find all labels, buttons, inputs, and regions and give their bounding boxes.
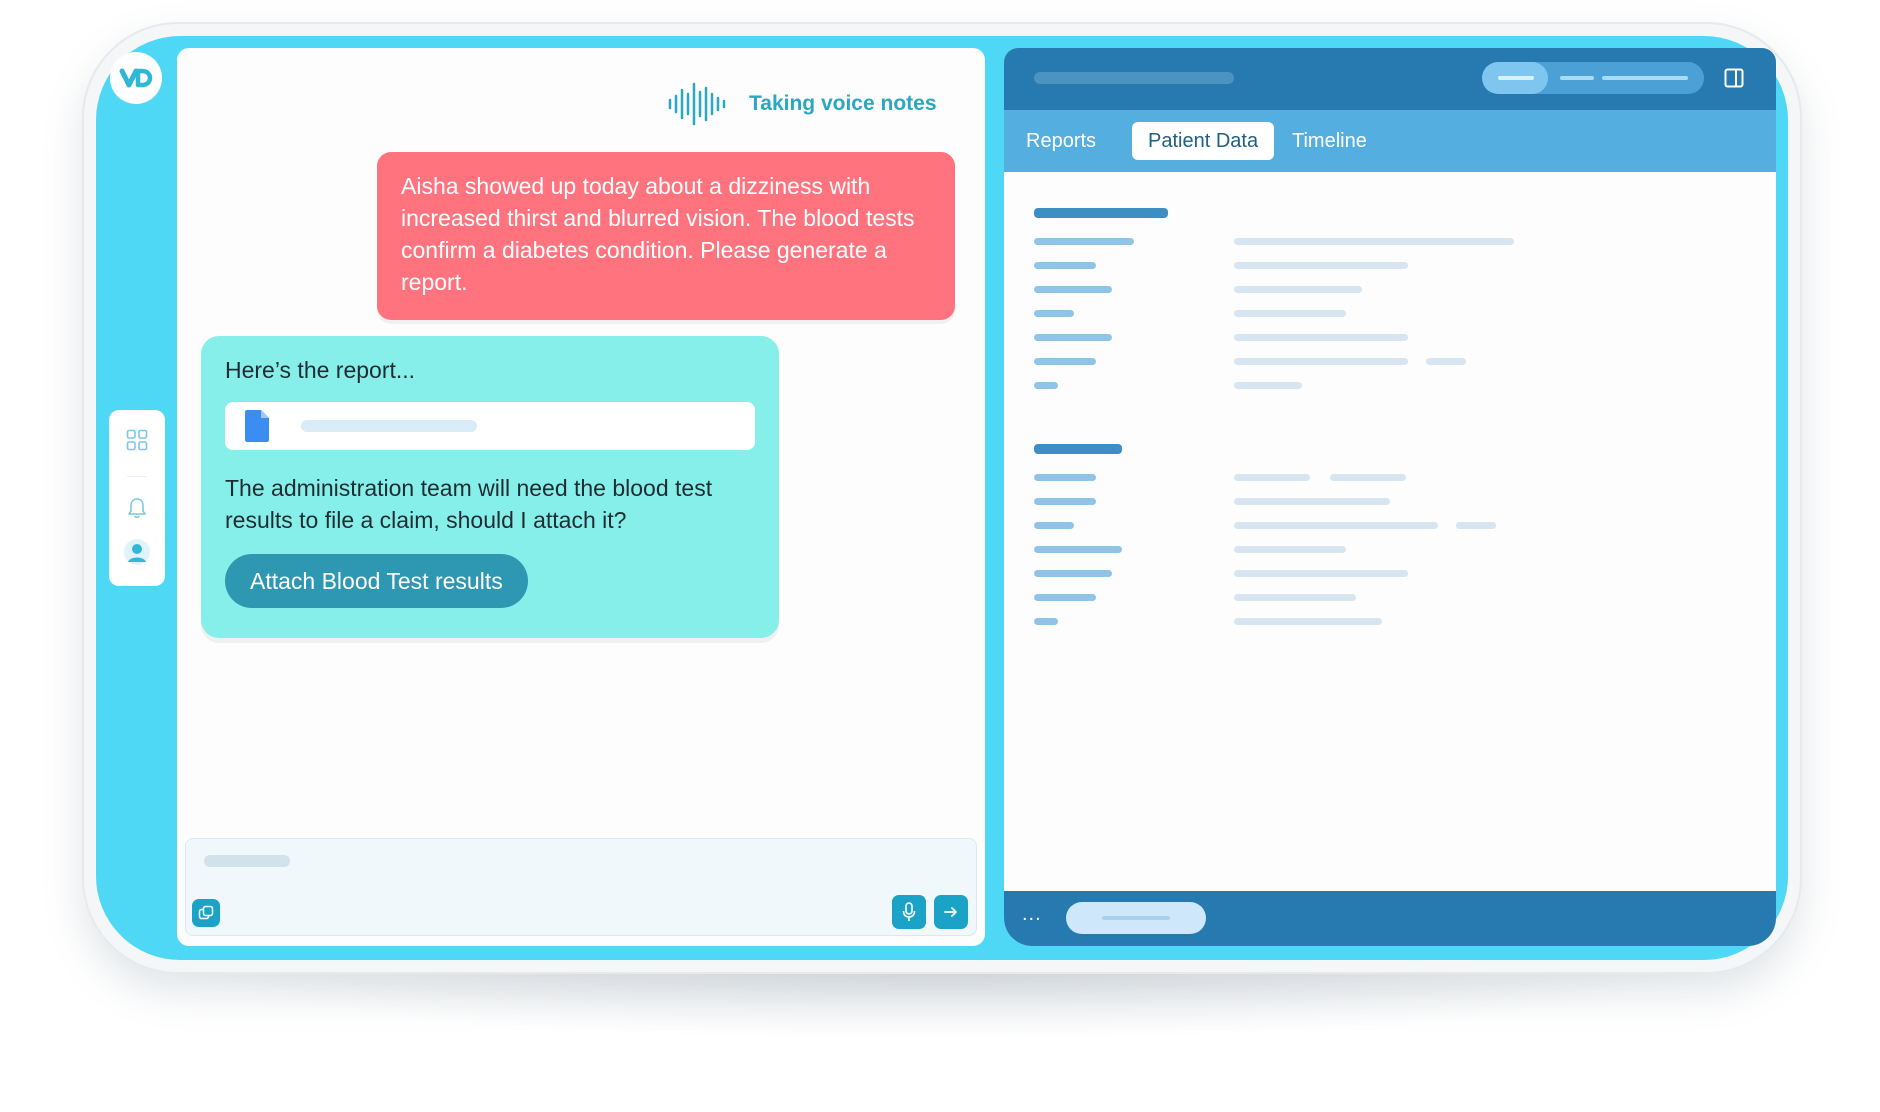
field-value-placeholder [1234,286,1362,293]
message-composer[interactable] [185,838,977,936]
panel-tabs: Reports Patient Data Timeline [1004,110,1776,172]
tab-patient-data[interactable]: Patient Data [1132,122,1275,160]
panel-header [1004,48,1776,110]
report-file-name-placeholder [301,420,477,432]
field-label-placeholder [1034,498,1096,505]
field-label-placeholder [1034,594,1096,601]
patient-data-panel: Reports Patient Data Timeline ... [1004,48,1776,946]
rail-divider [127,476,147,477]
sidebar-rail [109,410,165,586]
report-attachment-card[interactable] [225,402,755,450]
field-label-placeholder [1034,334,1112,341]
tab-timeline[interactable]: Timeline [1276,122,1383,160]
voice-waveform-icon [668,82,726,126]
stack-icon[interactable] [192,899,220,927]
field-value-placeholder [1234,262,1408,269]
section-heading-placeholder [1034,444,1122,454]
user-message-bubble: Aisha showed up today about a dizziness … [377,152,955,320]
field-value-placeholder [1234,238,1514,245]
more-options-button[interactable]: ... [1022,903,1042,926]
field-value-placeholder [1234,618,1382,625]
field-label-placeholder [1034,546,1122,553]
section-heading-placeholder [1034,208,1168,218]
field-value-placeholder [1234,310,1346,317]
composer-placeholder [204,855,290,867]
field-value-placeholder [1234,474,1310,481]
field-label-placeholder [1034,286,1112,293]
arrow-right-icon[interactable] [934,895,968,929]
field-label-placeholder [1034,358,1096,365]
field-value-placeholder [1234,358,1408,365]
footer-pill-button[interactable] [1066,902,1206,934]
field-value-placeholder [1330,474,1406,481]
panel-footer: ... [1004,891,1776,946]
field-label-placeholder [1034,618,1058,625]
view-switcher-option[interactable] [1560,76,1594,80]
assistant-intro-text: Here’s the report... [225,357,416,383]
field-value-placeholder [1234,594,1356,601]
view-switcher-active[interactable] [1482,62,1548,94]
field-value-placeholder [1234,546,1346,553]
field-label-placeholder [1034,310,1074,317]
field-value-placeholder [1234,570,1408,577]
microphone-icon[interactable] [892,895,926,929]
bell-icon[interactable] [121,492,153,524]
document-icon [245,410,269,442]
field-label-placeholder [1034,262,1096,269]
user-avatar-icon[interactable] [121,536,153,568]
field-value-placeholder [1234,522,1438,529]
grid-icon[interactable] [121,424,153,456]
field-value-placeholder [1234,382,1302,389]
field-value-placeholder [1426,358,1466,365]
field-label-placeholder [1034,522,1074,529]
tab-reports[interactable]: Reports [1010,122,1112,160]
field-label-placeholder [1034,474,1096,481]
field-value-placeholder [1234,334,1408,341]
brand-logo-icon [119,68,153,88]
brand-logo[interactable] [110,52,162,104]
view-switcher[interactable] [1482,62,1704,94]
sidebar-toggle-icon[interactable] [1724,68,1744,88]
panel-title-placeholder [1034,72,1234,84]
field-label-placeholder [1034,570,1112,577]
field-value-placeholder [1234,498,1390,505]
view-switcher-option[interactable] [1602,76,1688,80]
field-label-placeholder [1034,382,1058,389]
field-value-placeholder [1456,522,1496,529]
attach-blood-test-button[interactable]: Attach Blood Test results [225,554,528,608]
chat-panel: Taking voice notes Aisha showed up today… [177,48,985,946]
assistant-question-text: The administration team will need the bl… [225,475,713,533]
voice-notes-status[interactable]: Taking voice notes [667,82,937,126]
field-label-placeholder [1034,238,1134,245]
voice-status-label: Taking voice notes [749,92,937,115]
assistant-message-bubble: Here’s the report... The administration … [201,336,779,638]
